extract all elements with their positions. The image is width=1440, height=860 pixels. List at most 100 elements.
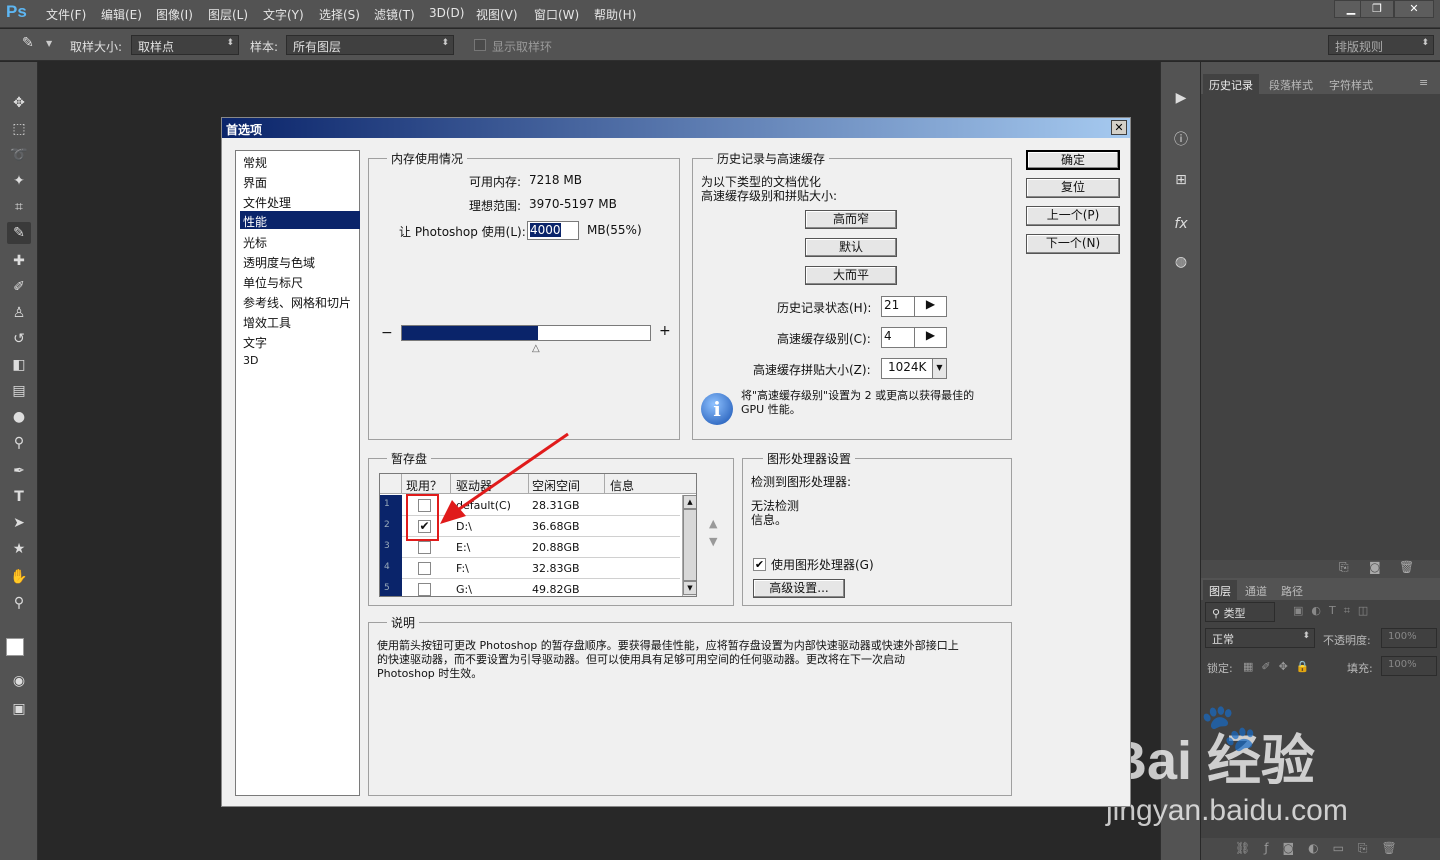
use-gpu-checkbox[interactable]: ✔ bbox=[753, 558, 766, 571]
menu-3d[interactable]: 3D(D) bbox=[429, 6, 464, 20]
category-performance[interactable]: 性能 bbox=[240, 211, 360, 229]
type-tool-icon[interactable]: T bbox=[7, 486, 31, 508]
chevron-down-icon[interactable]: ▼ bbox=[932, 359, 946, 378]
reset-button[interactable]: 复位 bbox=[1026, 178, 1120, 198]
next-button[interactable]: 下一个(N) bbox=[1026, 234, 1120, 254]
shape-tool-icon[interactable]: ★ bbox=[7, 538, 31, 560]
zoom-tool-icon[interactable]: ⚲ bbox=[7, 592, 31, 614]
tile-size-select[interactable]: 1024K ▼ bbox=[881, 358, 947, 379]
grid-icon[interactable]: ⊞ bbox=[1169, 168, 1193, 192]
menu-type[interactable]: 文字(Y) bbox=[263, 6, 304, 23]
close-icon[interactable]: ✕ bbox=[1394, 0, 1434, 18]
tab-paths[interactable]: 路径 bbox=[1275, 580, 1309, 600]
hand-tool-icon[interactable]: ✋ bbox=[7, 566, 31, 588]
category-file-handling[interactable]: 文件处理 bbox=[240, 192, 360, 212]
scratch-checkbox-4[interactable] bbox=[418, 562, 431, 575]
play-icon[interactable]: ▶ bbox=[1169, 86, 1193, 110]
prev-button[interactable]: 上一个(P) bbox=[1026, 206, 1120, 226]
tab-character-styles[interactable]: 字符样式 bbox=[1323, 74, 1379, 94]
memory-decrease-icon[interactable]: − bbox=[381, 325, 393, 341]
table-row[interactable]: 5 G:\ 49.82GB bbox=[380, 579, 680, 596]
sample-select[interactable]: 所有图层 ⬍ bbox=[286, 35, 454, 55]
history-brush-icon[interactable]: ↺ bbox=[7, 328, 31, 350]
tab-history[interactable]: 历史记录 bbox=[1203, 74, 1259, 94]
move-up-icon[interactable]: ▲ bbox=[709, 517, 717, 530]
stamp-tool-icon[interactable]: ♙ bbox=[7, 302, 31, 324]
advanced-settings-button[interactable]: 高级设置... bbox=[753, 579, 845, 598]
cache-levels-input[interactable]: 4 ▶ bbox=[881, 327, 947, 348]
memory-increase-icon[interactable]: + bbox=[659, 323, 671, 339]
tall-thin-button[interactable]: 高而窄 bbox=[805, 210, 897, 229]
info-icon[interactable]: ⓘ bbox=[1169, 128, 1193, 152]
tab-layers[interactable]: 图层 bbox=[1203, 580, 1237, 600]
restore-icon[interactable]: ❐ bbox=[1360, 0, 1394, 18]
category-general[interactable]: 常规 bbox=[240, 152, 360, 172]
history-states-input[interactable]: 21 ▶ bbox=[881, 296, 947, 317]
category-interface[interactable]: 界面 bbox=[240, 172, 360, 192]
dialog-close-icon[interactable]: ✕ bbox=[1111, 120, 1127, 135]
category-3d[interactable]: 3D bbox=[240, 352, 360, 372]
dodge-tool-icon[interactable]: ⚲ bbox=[7, 432, 31, 454]
layers-footer-icons[interactable]: ⛓ƒ◙◐▭⎘🗑 bbox=[1201, 838, 1440, 860]
eyedropper-tool-icon[interactable]: ✎ bbox=[7, 222, 31, 244]
scratch-checkbox-5[interactable] bbox=[418, 583, 431, 596]
big-flat-button[interactable]: 大而平 bbox=[805, 266, 897, 285]
magic-wand-icon[interactable]: ✦ bbox=[7, 170, 31, 192]
category-units[interactable]: 单位与标尺 bbox=[240, 272, 360, 292]
blur-tool-icon[interactable]: ● bbox=[7, 406, 31, 428]
category-cursors[interactable]: 光标 bbox=[240, 232, 360, 252]
crop-tool-icon[interactable]: ⌗ bbox=[7, 196, 31, 218]
blend-mode-select[interactable]: 正常 ⬍ bbox=[1205, 628, 1315, 648]
scroll-down-icon[interactable]: ▼ bbox=[683, 581, 696, 595]
path-select-icon[interactable]: ➤ bbox=[7, 512, 31, 534]
quick-mask-icon[interactable]: ◉ bbox=[7, 670, 31, 692]
workspace-select[interactable]: 排版规则 ⬍ bbox=[1328, 35, 1434, 55]
pen-tool-icon[interactable]: ✒ bbox=[7, 460, 31, 482]
tab-channels[interactable]: 通道 bbox=[1239, 580, 1273, 600]
menu-window[interactable]: 窗口(W) bbox=[534, 6, 579, 23]
show-ring-checkbox[interactable] bbox=[474, 39, 486, 51]
category-plugins[interactable]: 增效工具 bbox=[240, 312, 360, 332]
menu-select[interactable]: 选择(S) bbox=[319, 6, 360, 23]
layer-filter-select[interactable]: ⚲ 类型 bbox=[1205, 602, 1275, 622]
tab-paragraph-styles[interactable]: 段落样式 bbox=[1263, 74, 1319, 94]
table-scrollbar[interactable]: ▲ ▼ bbox=[682, 495, 696, 596]
menu-help[interactable]: 帮助(H) bbox=[594, 6, 636, 23]
marquee-tool-icon[interactable]: ⬚ bbox=[7, 118, 31, 140]
layer-filter-icons[interactable]: ▣◐T⌗◫ bbox=[1293, 604, 1376, 618]
eyedropper-icon[interactable]: ✎ bbox=[22, 35, 42, 55]
category-type[interactable]: 文字 bbox=[240, 332, 360, 352]
lock-icons[interactable]: ▦✐✥🔒 bbox=[1243, 660, 1318, 673]
memory-slider-track[interactable] bbox=[401, 325, 651, 341]
move-down-icon[interactable]: ▼ bbox=[709, 535, 717, 548]
default-button[interactable]: 默认 bbox=[805, 238, 897, 257]
healing-brush-icon[interactable]: ✚ bbox=[7, 250, 31, 272]
screen-mode-icon[interactable]: ▣ bbox=[7, 698, 31, 720]
fill-input[interactable]: 100% bbox=[1381, 656, 1437, 676]
trash-icon[interactable]: 🗑 bbox=[1399, 560, 1414, 574]
menu-edit[interactable]: 编辑(E) bbox=[101, 6, 142, 23]
foreground-color[interactable] bbox=[6, 638, 24, 656]
memory-use-input[interactable]: 4000 bbox=[527, 221, 579, 240]
camera-icon[interactable]: ◙ bbox=[1369, 560, 1381, 574]
table-row[interactable]: 4 F:\ 32.83GB bbox=[380, 558, 680, 579]
menu-filter[interactable]: 滤镜(T) bbox=[374, 6, 415, 23]
kuler-icon[interactable]: ◍ bbox=[1169, 250, 1193, 274]
cache-levels-arrow-icon[interactable]: ▶ bbox=[914, 328, 946, 347]
lasso-tool-icon[interactable]: ➰ bbox=[7, 144, 31, 166]
memory-slider-thumb[interactable]: △ bbox=[532, 343, 540, 354]
brush-tool-icon[interactable]: ✐ bbox=[7, 276, 31, 298]
chevron-down-icon[interactable]: ▼ bbox=[46, 39, 52, 48]
menu-layer[interactable]: 图层(L) bbox=[208, 6, 248, 23]
history-states-arrow-icon[interactable]: ▶ bbox=[914, 297, 946, 316]
menu-image[interactable]: 图像(I) bbox=[156, 6, 193, 23]
opacity-input[interactable]: 100% bbox=[1381, 628, 1437, 648]
move-tool-icon[interactable]: ✥ bbox=[7, 92, 31, 114]
category-transparency[interactable]: 透明度与色域 bbox=[240, 252, 360, 272]
scratch-checkbox-3[interactable] bbox=[418, 541, 431, 554]
menu-file[interactable]: 文件(F) bbox=[46, 6, 86, 23]
gradient-tool-icon[interactable]: ▤ bbox=[7, 380, 31, 402]
ok-button[interactable]: 确定 bbox=[1026, 150, 1120, 170]
eraser-tool-icon[interactable]: ◧ bbox=[7, 354, 31, 376]
category-guides[interactable]: 参考线、网格和切片 bbox=[240, 292, 360, 312]
